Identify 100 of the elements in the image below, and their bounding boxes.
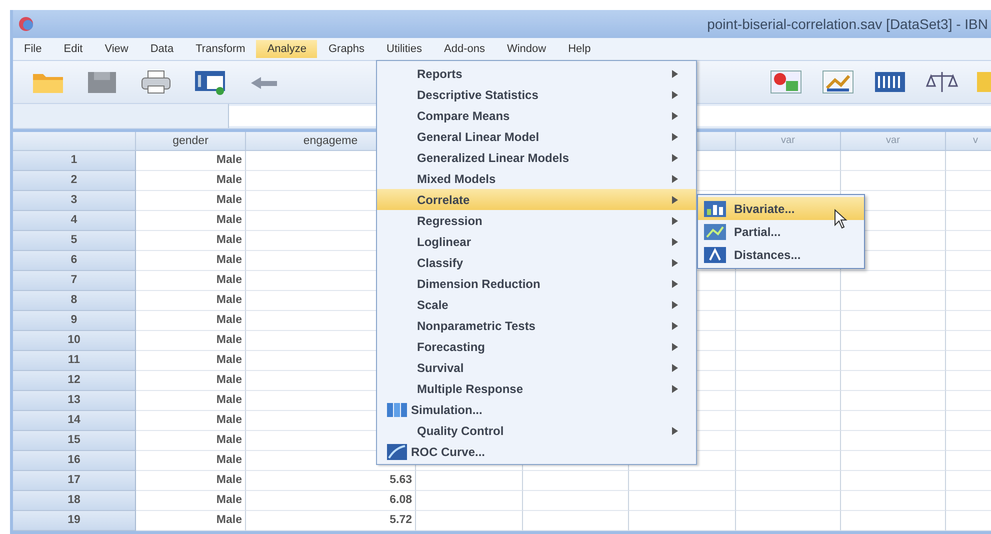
table-cell: Male bbox=[136, 271, 246, 291]
window-title: point-biserial-correlation.sav [DataSet3] - IBN bbox=[707, 16, 989, 32]
curve-icon bbox=[387, 444, 407, 460]
mouse-pointer-icon bbox=[834, 209, 848, 229]
row-number: 14 bbox=[13, 411, 136, 431]
table-cell: Male bbox=[136, 451, 246, 471]
row-number: 12 bbox=[13, 371, 136, 391]
submenu-arrow-icon bbox=[672, 258, 678, 266]
submenu-arrow-icon bbox=[672, 364, 678, 372]
menu-item[interactable]: File bbox=[13, 40, 53, 58]
row-number: 18 bbox=[13, 491, 136, 511]
row-number: 15 bbox=[13, 431, 136, 451]
submenu-arrow-icon bbox=[672, 216, 678, 224]
chart-icon[interactable] bbox=[821, 68, 855, 96]
menu-item[interactable]: Nonparametric Tests bbox=[377, 315, 696, 336]
row-number: 3 bbox=[13, 191, 136, 211]
column-header: var bbox=[841, 132, 946, 151]
row-number: 4 bbox=[13, 211, 136, 231]
menu-item[interactable]: Regression bbox=[377, 210, 696, 231]
table-cell: Male bbox=[136, 491, 246, 511]
submenu-arrow-icon bbox=[672, 322, 678, 330]
table-cell: Male bbox=[136, 211, 246, 231]
menu-item[interactable]: Edit bbox=[52, 40, 94, 58]
menu-item[interactable]: Bivariate... bbox=[698, 197, 864, 220]
menu-item[interactable]: Mixed Models bbox=[377, 168, 696, 189]
row-number: 5 bbox=[13, 231, 136, 251]
row-number: 1 bbox=[13, 151, 136, 171]
app-icon bbox=[17, 16, 35, 32]
menu-item[interactable]: Distances... bbox=[698, 243, 864, 266]
row-number: 19 bbox=[13, 511, 136, 531]
table-cell: Male bbox=[136, 431, 246, 451]
menu-item[interactable]: Reports bbox=[377, 63, 696, 84]
table-cell: 5.63 bbox=[246, 471, 416, 491]
split-icon[interactable] bbox=[769, 68, 803, 96]
menu-item[interactable]: Transform bbox=[184, 40, 256, 58]
submenu-arrow-icon bbox=[672, 90, 678, 98]
submenu-arrow-icon bbox=[672, 154, 678, 162]
menu-item[interactable]: Multiple Response bbox=[377, 378, 696, 399]
table-cell: 6.08 bbox=[246, 491, 416, 511]
menu-item[interactable]: Forecasting bbox=[377, 336, 696, 357]
chart-icon bbox=[704, 224, 726, 240]
menu-item[interactable]: Graphs bbox=[317, 40, 376, 58]
table-cell: Male bbox=[136, 171, 246, 191]
submenu-arrow-icon bbox=[672, 238, 678, 246]
submenu-arrow-icon bbox=[672, 280, 678, 288]
table-cell: 5.72 bbox=[246, 511, 416, 531]
menu-item[interactable]: Utilities bbox=[376, 40, 433, 58]
row-number: 2 bbox=[13, 171, 136, 191]
table-cell: Male bbox=[136, 351, 246, 371]
submenu-arrow-icon bbox=[672, 70, 678, 78]
menu-item[interactable]: Data bbox=[139, 40, 185, 58]
menu-item[interactable]: View bbox=[94, 40, 140, 58]
row-number: 17 bbox=[13, 471, 136, 491]
row-number: 13 bbox=[13, 391, 136, 411]
table-cell: Male bbox=[136, 411, 246, 431]
table-cell: Male bbox=[136, 231, 246, 251]
row-number: 8 bbox=[13, 291, 136, 311]
menu-item[interactable]: Descriptive Statistics bbox=[377, 84, 696, 105]
menu-item[interactable]: Window bbox=[496, 40, 558, 58]
menu-item[interactable]: Loglinear bbox=[377, 231, 696, 252]
row-number: 10 bbox=[13, 331, 136, 351]
table-cell: Male bbox=[136, 291, 246, 311]
data-editor-icon[interactable] bbox=[193, 68, 227, 96]
submenu-arrow-icon bbox=[672, 300, 678, 308]
row-number: 6 bbox=[13, 251, 136, 271]
menu-item[interactable]: Help bbox=[557, 40, 602, 58]
bar-chart-icon bbox=[704, 200, 726, 216]
bars-icon bbox=[387, 402, 407, 418]
submenu-arrow-icon bbox=[672, 342, 678, 350]
submenu-arrow-icon bbox=[672, 174, 678, 182]
table-cell: Male bbox=[136, 371, 246, 391]
table-cell: Male bbox=[136, 391, 246, 411]
row-number: 7 bbox=[13, 271, 136, 291]
table-cell: Male bbox=[136, 331, 246, 351]
table-cell: Male bbox=[136, 471, 246, 491]
row-number: 16 bbox=[13, 451, 136, 471]
table-cell: Male bbox=[136, 511, 246, 531]
chart-icon bbox=[704, 246, 726, 262]
submenu-arrow-icon bbox=[672, 426, 678, 434]
column-header: var bbox=[736, 132, 841, 151]
row-number: 11 bbox=[13, 351, 136, 371]
menu-item[interactable]: ROC Curve... bbox=[377, 441, 696, 462]
submenu-arrow-icon bbox=[672, 196, 678, 204]
menu-item[interactable]: Quality Control bbox=[377, 420, 696, 441]
submenu-arrow-icon bbox=[672, 112, 678, 120]
menu-item[interactable]: Scale bbox=[377, 294, 696, 315]
menu-item[interactable]: Survival bbox=[377, 357, 696, 378]
table-cell: Male bbox=[136, 191, 246, 211]
menu-item[interactable]: Correlate bbox=[377, 189, 696, 210]
menu-item[interactable]: Add-ons bbox=[433, 40, 496, 58]
menu-item[interactable]: Analyze bbox=[256, 40, 318, 58]
menu-item[interactable]: Dimension Reduction bbox=[377, 273, 696, 294]
column-header: v bbox=[946, 132, 991, 151]
table-cell: Male bbox=[136, 311, 246, 331]
menu-item[interactable]: Classify bbox=[377, 252, 696, 273]
print-icon[interactable] bbox=[139, 68, 173, 96]
submenu-arrow-icon bbox=[672, 384, 678, 392]
row-number: 9 bbox=[13, 311, 136, 331]
menu-item[interactable]: Simulation... bbox=[377, 399, 696, 420]
submenu-arrow-icon bbox=[672, 132, 678, 140]
